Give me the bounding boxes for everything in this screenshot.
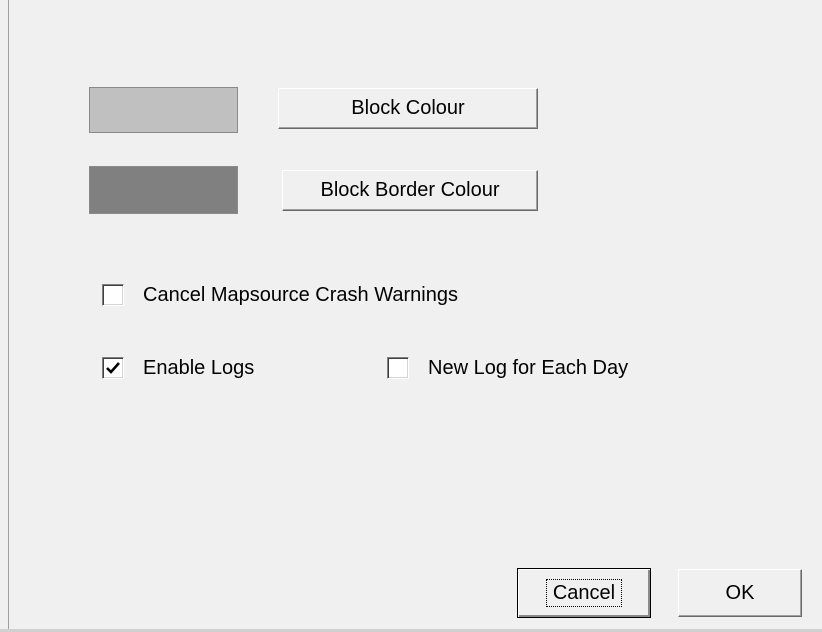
block-colour-button[interactable]: Block Colour bbox=[278, 88, 538, 129]
new-log-each-day-checkbox[interactable] bbox=[387, 357, 409, 379]
cancel-crash-warnings-option[interactable]: Cancel Mapsource Crash Warnings bbox=[102, 280, 458, 310]
block-border-colour-button[interactable]: Block Border Colour bbox=[282, 170, 538, 211]
cancel-button-label: Cancel bbox=[545, 579, 623, 607]
options-dialog: Block Colour Block Border Colour Cancel … bbox=[0, 0, 822, 632]
enable-logs-option[interactable]: Enable Logs bbox=[102, 353, 254, 383]
enable-logs-checkbox[interactable] bbox=[102, 357, 124, 379]
block-border-colour-swatch bbox=[89, 166, 238, 214]
checkmark-icon bbox=[106, 362, 120, 374]
block-colour-swatch bbox=[89, 87, 238, 133]
cancel-button[interactable]: Cancel bbox=[517, 568, 651, 618]
enable-logs-label: Enable Logs bbox=[143, 356, 255, 379]
block-colour-button-label: Block Colour bbox=[351, 97, 465, 119]
window-left-edge bbox=[0, 0, 9, 632]
cancel-crash-warnings-label: Cancel Mapsource Crash Warnings bbox=[143, 283, 458, 306]
ok-button-label: OK bbox=[725, 581, 755, 604]
block-border-colour-button-label: Block Border Colour bbox=[320, 179, 500, 201]
ok-button[interactable]: OK bbox=[678, 569, 802, 617]
new-log-each-day-option[interactable]: New Log for Each Day bbox=[387, 353, 628, 383]
cancel-crash-warnings-checkbox[interactable] bbox=[102, 284, 124, 306]
new-log-each-day-label: New Log for Each Day bbox=[428, 356, 629, 379]
